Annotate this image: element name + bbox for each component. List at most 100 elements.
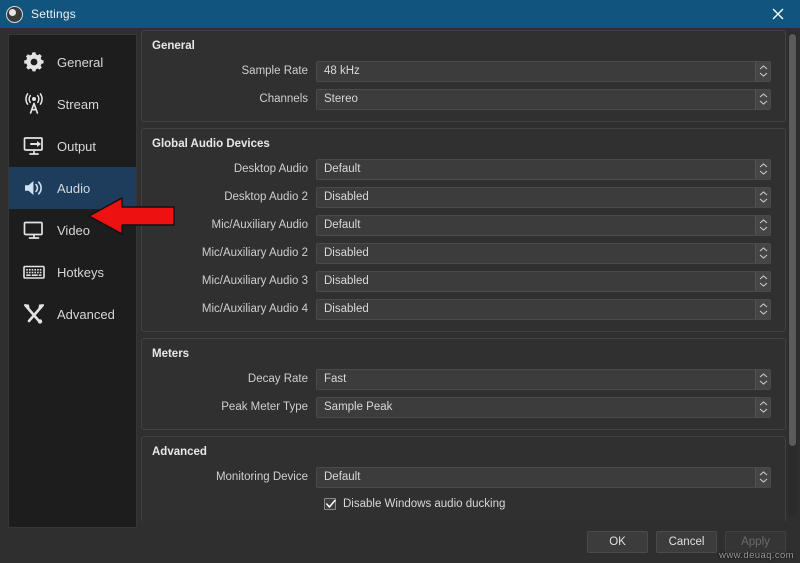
spinner-icon[interactable] [755, 467, 770, 487]
row-mic-auxiliary-audio-2: Mic/Auxiliary Audio 2 Disabled [146, 241, 771, 265]
field-label: Decay Rate [247, 373, 308, 385]
dropdown-value: Fast [324, 373, 347, 385]
decay-rate-dropdown[interactable]: Fast [316, 368, 771, 390]
group-title: Global Audio Devices [152, 138, 270, 150]
sidebar-item-hotkeys[interactable]: Hotkeys [9, 251, 136, 293]
desktop-audio-2-dropdown[interactable]: Disabled [316, 186, 771, 208]
window-title: Settings [31, 7, 76, 21]
dropdown-value: Disabled [324, 275, 369, 287]
mic-auxiliary-audio-2-dropdown[interactable]: Disabled [316, 242, 771, 264]
settings-content: General Sample Rate 48 kHz Channels Ster… [141, 30, 786, 521]
peak-meter-type-dropdown[interactable]: Sample Peak [316, 396, 771, 418]
monitor-arrow-icon [21, 133, 47, 159]
sidebar-item-stream[interactable]: Stream [9, 83, 136, 125]
group-title: General [152, 40, 195, 52]
mic-auxiliary-audio-dropdown[interactable]: Default [316, 214, 771, 236]
group-meters: Meters Decay Rate Fast Peak Meter Type S… [141, 338, 786, 430]
watermark: www.deuaq.com [719, 550, 794, 561]
sidebar-item-video[interactable]: Video [9, 209, 136, 251]
sidebar-item-general[interactable]: General [9, 41, 136, 83]
ok-button[interactable]: OK [587, 531, 648, 553]
settings-sidebar: General Stream Output Audio Video Hotkey… [8, 34, 137, 528]
field-label: Mic/Auxiliary Audio [211, 219, 308, 231]
sidebar-item-label: Audio [57, 180, 91, 196]
field-label: Desktop Audio [233, 163, 308, 175]
settings-window: Settings General Stream Output Audio Vid… [0, 0, 800, 563]
row-mic-auxiliary-audio: Mic/Auxiliary Audio Default [146, 213, 771, 237]
gear-icon [21, 49, 47, 75]
field-label: Channels [259, 93, 308, 105]
sidebar-item-label: Output [57, 138, 97, 154]
sidebar-item-label: Video [57, 222, 91, 238]
group-general: General Sample Rate 48 kHz Channels Ster… [141, 30, 786, 122]
speaker-icon [21, 175, 47, 201]
broadcast-icon [21, 91, 47, 117]
spinner-icon[interactable] [755, 397, 770, 417]
dropdown-value: 48 kHz [324, 65, 360, 77]
sidebar-item-label: Hotkeys [57, 264, 104, 280]
field-label: Mic/Auxiliary Audio 2 [201, 247, 308, 259]
cancel-button[interactable]: Cancel [656, 531, 717, 553]
field-label: Peak Meter Type [221, 401, 308, 413]
spinner-icon[interactable] [755, 271, 770, 291]
row-desktop-audio: Desktop Audio Default [146, 157, 771, 181]
checkbox-label[interactable]: Disable Windows audio ducking [343, 498, 505, 510]
spinner-icon[interactable] [755, 89, 770, 109]
channels-dropdown[interactable]: Stereo [316, 88, 771, 110]
desktop-audio-dropdown[interactable]: Default [316, 158, 771, 180]
spinner-icon[interactable] [755, 215, 770, 235]
dropdown-value: Sample Peak [324, 401, 393, 413]
field-label: Monitoring Device [215, 471, 308, 483]
mic-auxiliary-audio-3-dropdown[interactable]: Disabled [316, 270, 771, 292]
obs-logo-icon [6, 5, 23, 23]
row-mic-auxiliary-audio-4: Mic/Auxiliary Audio 4 Disabled [146, 297, 771, 321]
dropdown-value: Disabled [324, 303, 369, 315]
spinner-icon[interactable] [755, 187, 770, 207]
disable-audio-ducking-checkbox[interactable] [324, 498, 336, 510]
sidebar-item-audio[interactable]: Audio [9, 167, 136, 209]
sidebar-item-label: Advanced [57, 306, 115, 322]
spinner-icon[interactable] [755, 243, 770, 263]
field-label: Mic/Auxiliary Audio 4 [201, 303, 308, 315]
group-global-audio-devices: Global Audio Devices Desktop Audio Defau… [141, 128, 786, 332]
group-advanced: Advanced Monitoring Device Default Disab… [141, 436, 786, 521]
row-channels: Channels Stereo [146, 87, 771, 111]
row-peak-meter-type: Peak Meter Type Sample Peak [146, 395, 771, 419]
row-decay-rate: Decay Rate Fast [146, 367, 771, 391]
dropdown-value: Stereo [324, 93, 358, 105]
dropdown-value: Default [324, 471, 361, 483]
sidebar-item-output[interactable]: Output [9, 125, 136, 167]
sidebar-item-advanced[interactable]: Advanced [9, 293, 136, 335]
content-scrollbar[interactable] [788, 32, 797, 517]
close-icon[interactable] [756, 0, 800, 28]
spinner-icon[interactable] [755, 159, 770, 179]
mic-auxiliary-audio-4-dropdown[interactable]: Disabled [316, 298, 771, 320]
field-label: Mic/Auxiliary Audio 3 [201, 275, 308, 287]
dropdown-value: Default [324, 219, 361, 231]
keyboard-icon [21, 259, 47, 285]
row-desktop-audio-2: Desktop Audio 2 Disabled [146, 185, 771, 209]
dialog-body: General Stream Output Audio Video Hotkey… [0, 28, 800, 563]
scrollbar-thumb[interactable] [789, 34, 796, 446]
spinner-icon[interactable] [755, 369, 770, 389]
field-label: Sample Rate [241, 65, 308, 77]
sidebar-item-label: General [57, 54, 104, 70]
group-title: Meters [152, 348, 190, 360]
row-disable-audio-ducking: Disable Windows audio ducking [146, 493, 771, 515]
spinner-icon[interactable] [755, 299, 770, 319]
row-mic-auxiliary-audio-3: Mic/Auxiliary Audio 3 Disabled [146, 269, 771, 293]
row-monitoring-device: Monitoring Device Default [146, 465, 771, 489]
monitor-icon [21, 217, 47, 243]
spinner-icon[interactable] [755, 61, 770, 81]
field-label: Desktop Audio 2 [224, 191, 308, 203]
row-sample-rate: Sample Rate 48 kHz [146, 59, 771, 83]
sidebar-item-label: Stream [57, 96, 99, 112]
dropdown-value: Disabled [324, 191, 369, 203]
dropdown-value: Disabled [324, 247, 369, 259]
monitoring-device-dropdown[interactable]: Default [316, 466, 771, 488]
dropdown-value: Default [324, 163, 361, 175]
title-bar: Settings [0, 0, 800, 28]
sample-rate-dropdown[interactable]: 48 kHz [316, 60, 771, 82]
tools-icon [21, 301, 47, 327]
group-title: Advanced [152, 446, 207, 458]
